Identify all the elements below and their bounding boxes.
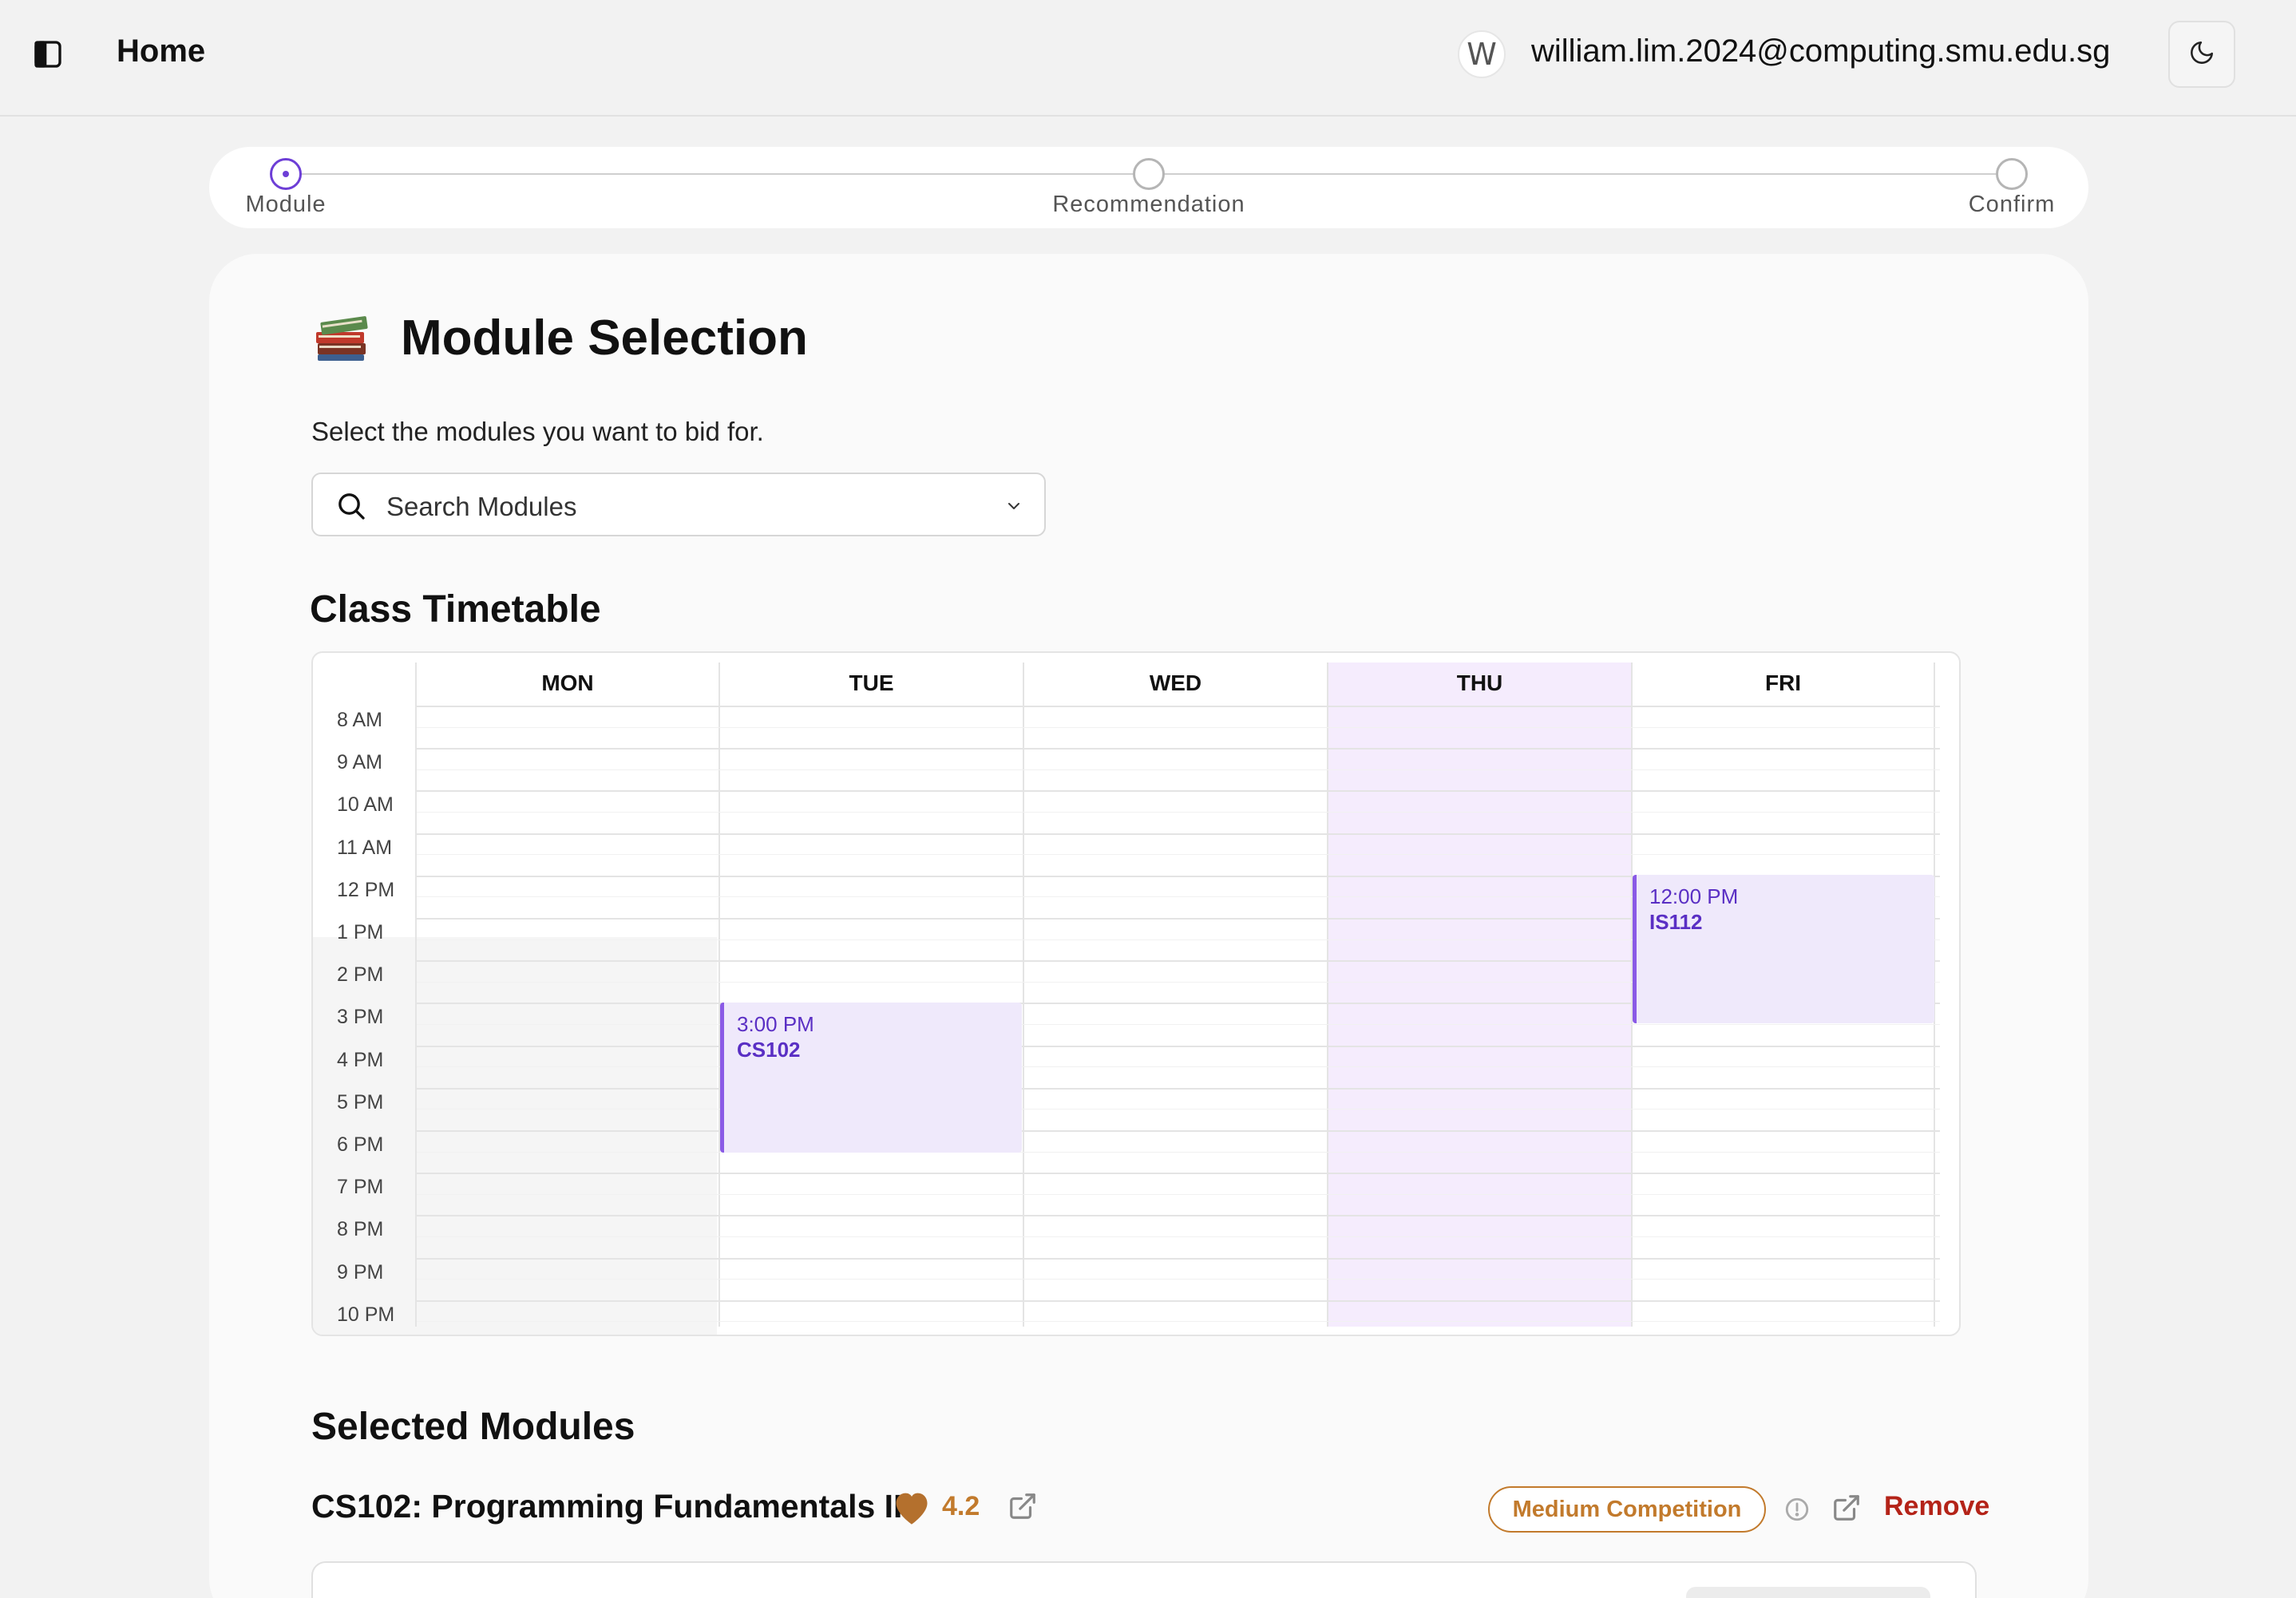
day-header-tue: TUE <box>849 670 894 695</box>
day-header-mon: MON <box>541 670 594 695</box>
progress-stepper: Module Recommendation Confirm <box>209 147 2088 228</box>
day-column-tue: TUE <box>718 663 1023 1327</box>
half-hour-line <box>417 769 1940 770</box>
heart-icon <box>891 1488 932 1530</box>
time-label: 12 PM <box>337 878 395 901</box>
competition-badge: Medium Competition <box>1488 1486 1766 1533</box>
module-panel-chip <box>1686 1587 1930 1598</box>
event-time: 12:00 PM <box>1649 884 1739 908</box>
event-time: 3:00 PM <box>737 1012 814 1036</box>
time-label: 7 PM <box>337 1176 384 1199</box>
half-hour-line <box>417 726 1940 728</box>
half-hour-line <box>417 854 1940 856</box>
avatar[interactable]: W <box>1458 30 1506 78</box>
module-search-dropdown[interactable]: Search Modules <box>311 473 1046 536</box>
half-hour-line <box>417 1066 1940 1068</box>
remove-module-button[interactable]: Remove <box>1884 1491 1989 1522</box>
time-label: 11 AM <box>337 836 393 859</box>
step-recommendation-label[interactable]: Recommendation <box>1052 192 1245 218</box>
day-header-wed: WED <box>1149 670 1202 695</box>
books-icon <box>311 303 375 367</box>
step-module-label[interactable]: Module <box>245 192 326 218</box>
class-timetable: MON TUE WED THU FRI 8 AM 9 AM 10 AM 11 AM 12… <box>311 651 1961 1336</box>
time-label: 8 AM <box>337 709 382 731</box>
page-subtitle: Select the modules you want to bid for. <box>311 417 764 446</box>
search-placeholder: Search Modules <box>386 492 577 521</box>
step-confirm-label[interactable]: Confirm <box>1969 192 2056 218</box>
hour-line <box>417 706 1940 707</box>
info-icon[interactable] <box>1783 1496 1811 1527</box>
time-label: 2 PM <box>337 963 384 987</box>
hour-line <box>417 1087 1940 1090</box>
half-hour-line <box>417 1279 1940 1280</box>
module-rating: 4.2 <box>942 1491 980 1521</box>
theme-toggle-button[interactable] <box>2168 21 2235 88</box>
external-link-icon[interactable] <box>1831 1493 1862 1527</box>
half-hour-line <box>417 1236 1940 1237</box>
external-link-icon[interactable] <box>1007 1491 1038 1525</box>
top-bar: Home W william.lim.2024@computing.smu.ed… <box>0 0 2296 117</box>
hour-line <box>417 1257 1940 1260</box>
page-title: Module Selection <box>401 311 808 366</box>
module-selection-card: Module Selection Select the modules you … <box>209 254 2088 1598</box>
event-code: IS112 <box>1649 910 1703 934</box>
hour-line <box>417 748 1940 750</box>
time-label: 5 PM <box>337 1090 384 1113</box>
page-title-home[interactable]: Home <box>117 34 205 69</box>
day-header-fri: FRI <box>1764 670 1802 695</box>
hour-line <box>417 1045 1940 1047</box>
day-column-wed: WED <box>1023 663 1327 1327</box>
sidebar-toggle-icon[interactable] <box>30 37 65 72</box>
event-is112[interactable]: 12:00 PM IS112 <box>1633 875 1934 1023</box>
module-name: CS102: Programming Fundamentals II <box>311 1488 903 1525</box>
time-label: 3 PM <box>337 1006 384 1029</box>
half-hour-line <box>417 1321 1940 1323</box>
chevron-down-icon <box>1004 496 1023 520</box>
moon-icon <box>2188 39 2215 70</box>
step-recommendation-dot[interactable] <box>1133 158 1165 190</box>
half-hour-line <box>417 1151 1940 1153</box>
day-column-thu: THU <box>1327 663 1631 1327</box>
hour-line <box>417 1215 1940 1217</box>
hour-line <box>417 1130 1940 1132</box>
time-label: 4 PM <box>337 1048 384 1071</box>
selected-modules-heading: Selected Modules <box>311 1406 635 1448</box>
time-label: 9 PM <box>337 1260 384 1284</box>
half-hour-line <box>417 1193 1940 1195</box>
search-icon <box>335 490 367 526</box>
time-label: 8 PM <box>337 1218 384 1241</box>
time-label: 9 AM <box>337 751 382 774</box>
half-hour-line <box>417 812 1940 813</box>
step-confirm-dot[interactable] <box>1996 158 2028 190</box>
day-header-thu: THU <box>1456 670 1503 695</box>
hour-line <box>417 1173 1940 1175</box>
day-column-mon: MON <box>415 663 718 1327</box>
timetable-heading: Class Timetable <box>310 588 601 631</box>
time-label: 10 AM <box>337 793 394 817</box>
time-label: 6 PM <box>337 1133 384 1156</box>
hour-line <box>417 1299 1940 1302</box>
event-cs102[interactable]: 3:00 PM CS102 <box>720 1003 1022 1153</box>
module-details-panel <box>311 1561 1977 1598</box>
time-label: 10 PM <box>337 1303 395 1326</box>
step-module-dot[interactable] <box>270 158 302 190</box>
half-hour-line <box>417 1024 1940 1025</box>
half-hour-line <box>417 1109 1940 1110</box>
time-label: 1 PM <box>337 921 384 943</box>
event-code: CS102 <box>737 1038 801 1062</box>
hour-line <box>417 833 1940 835</box>
user-email: william.lim.2024@computing.smu.edu.sg <box>1531 34 2111 69</box>
hour-line <box>417 790 1940 793</box>
